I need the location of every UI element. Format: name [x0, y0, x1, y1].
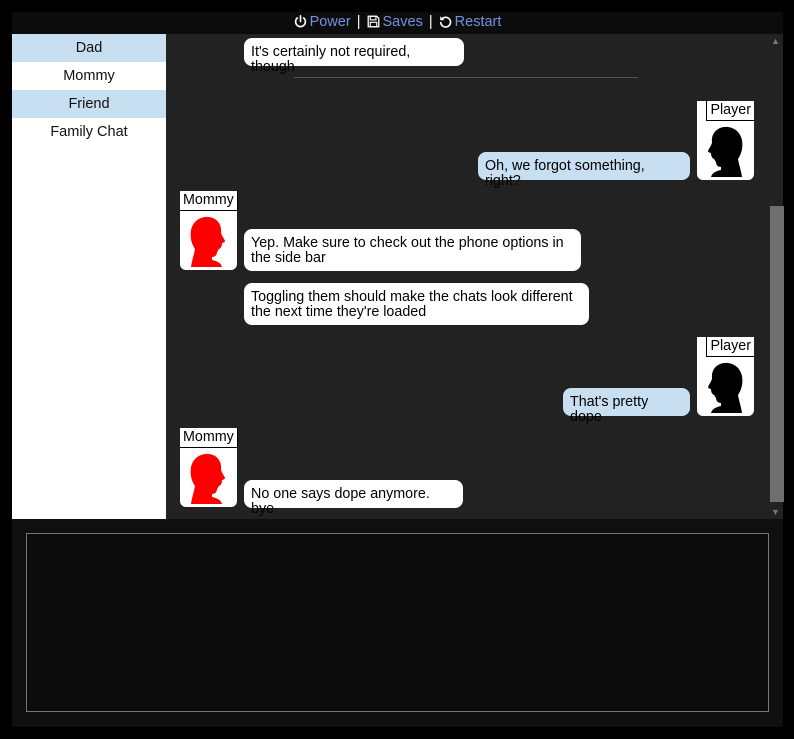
mommy-avatar: Mommy — [180, 428, 238, 507]
floppy-disk-icon — [367, 15, 379, 28]
sidebar-item-family-chat[interactable]: Family Chat — [12, 118, 166, 146]
chat-scrollbar[interactable]: ▲ ▼ — [768, 34, 784, 519]
avatar-name: Player — [706, 101, 754, 121]
scroll-thumb[interactable] — [770, 206, 784, 502]
restart-link[interactable]: Restart — [439, 14, 502, 30]
message-bubble: No one says dope anymore. bye — [244, 480, 463, 516]
saves-label: Saves — [382, 14, 423, 30]
head-silhouette-icon — [190, 216, 225, 267]
head-silhouette-icon — [708, 362, 743, 413]
avatar-name: Player — [706, 337, 754, 357]
app-frame: Power | Saves | Restart Dad Mommy Friend… — [12, 12, 784, 727]
player-avatar: Player — [697, 101, 754, 180]
menu-separator: | — [356, 14, 361, 30]
message-bubble: Oh, we forgot something, right? — [478, 152, 690, 188]
message-bubble: Toggling them should make the chats look… — [244, 283, 589, 325]
restart-label: Restart — [454, 14, 502, 30]
message-bubble: Yep. Make sure to check out the phone op… — [244, 229, 581, 271]
menu-separator: | — [428, 14, 433, 30]
saves-link[interactable]: Saves — [367, 14, 427, 30]
avatar-name: Mommy — [180, 428, 238, 448]
sidebar-item-mommy[interactable]: Mommy — [12, 62, 166, 90]
head-silhouette-icon — [708, 126, 743, 177]
contact-sidebar: Dad Mommy Friend Family Chat — [12, 34, 166, 519]
sidebar-item-friend[interactable]: Friend — [12, 90, 166, 118]
message-bubble: It's certainly not required, though — [244, 38, 464, 74]
restart-icon — [439, 16, 451, 28]
message-bubble: That's pretty dope — [563, 388, 690, 424]
scroll-down-arrow-icon[interactable]: ▼ — [768, 505, 783, 519]
text-input-box[interactable] — [26, 533, 769, 712]
power-link[interactable]: Power — [294, 14, 355, 30]
head-silhouette-icon — [190, 453, 225, 504]
chat-log: It's certainly not required, though Play… — [166, 34, 768, 519]
mommy-avatar: Mommy — [180, 191, 238, 270]
chat-divider — [294, 77, 638, 78]
avatar-name: Mommy — [180, 191, 238, 211]
scroll-up-arrow-icon[interactable]: ▲ — [768, 34, 783, 48]
player-avatar: Player — [697, 337, 754, 416]
top-menu-bar: Power | Saves | Restart — [12, 12, 783, 34]
sidebar-item-dad[interactable]: Dad — [12, 34, 166, 62]
power-icon — [294, 15, 306, 28]
power-label: Power — [309, 14, 351, 30]
